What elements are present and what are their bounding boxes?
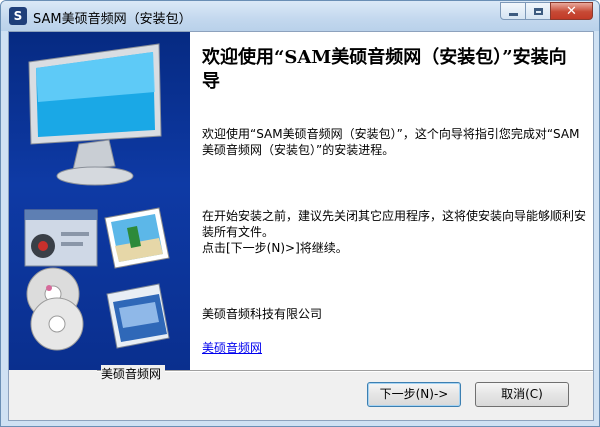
brand-label: 美硕音频网	[101, 365, 166, 382]
photo-icon	[104, 207, 170, 269]
cd-icon	[26, 267, 84, 351]
company-name: 美硕音频科技有限公司	[202, 307, 323, 321]
wizard-content-panel: 欢迎使用“SAM美硕音频网（安装包）”安装向导 欢迎使用“SAM美硕音频网（安装…	[190, 32, 593, 370]
minimize-button[interactable]	[500, 2, 526, 20]
banner-illustration	[24, 43, 170, 351]
close-icon: ✕	[566, 3, 577, 19]
wizard-side-banner	[9, 32, 190, 370]
maximize-icon	[533, 7, 543, 15]
caption-buttons: ✕	[500, 2, 593, 22]
cancel-button[interactable]: 取消(C)	[475, 382, 569, 407]
maximize-button[interactable]	[525, 2, 551, 20]
documents-icon	[106, 283, 170, 349]
continue-hint: 点击[下一步(N)>]将继续。	[202, 241, 348, 255]
installer-window: S SAM美硕音频网（安装包） ✕ 欢迎使用“SAM美硕音频网（安装包）”安装向…	[0, 0, 600, 427]
welcome-paragraph: 欢迎使用“SAM美硕音频网（安装包）”，这个向导将指引您完成对“SAM美硕音频网…	[202, 127, 580, 157]
close-button[interactable]: ✕	[550, 2, 593, 20]
wizard-button-bar: 美硕音频网 下一步(N)-> 取消(C)	[9, 365, 593, 420]
window-title: SAM美硕音频网（安装包）	[33, 12, 192, 27]
close-apps-paragraph: 在开始安装之前，建议先关闭其它应用程序，这将使安装向导能够顺利安装所有文件。	[202, 209, 587, 239]
website-link[interactable]: 美硕音频网	[202, 340, 587, 356]
title-bar[interactable]: S SAM美硕音频网（安装包） ✕	[1, 1, 599, 31]
wizard-heading: 欢迎使用“SAM美硕音频网（安装包）”安装向导	[202, 47, 567, 92]
media-player-icon	[24, 209, 98, 267]
minimize-icon	[508, 12, 518, 16]
brand-separator: 美硕音频网	[97, 365, 593, 382]
app-logo-icon: S	[9, 7, 27, 25]
wizard-client-area: 欢迎使用“SAM美硕音频网（安装包）”安装向导 欢迎使用“SAM美硕音频网（安装…	[8, 31, 594, 421]
next-button[interactable]: 下一步(N)->	[367, 382, 461, 407]
monitor-icon	[28, 43, 162, 186]
